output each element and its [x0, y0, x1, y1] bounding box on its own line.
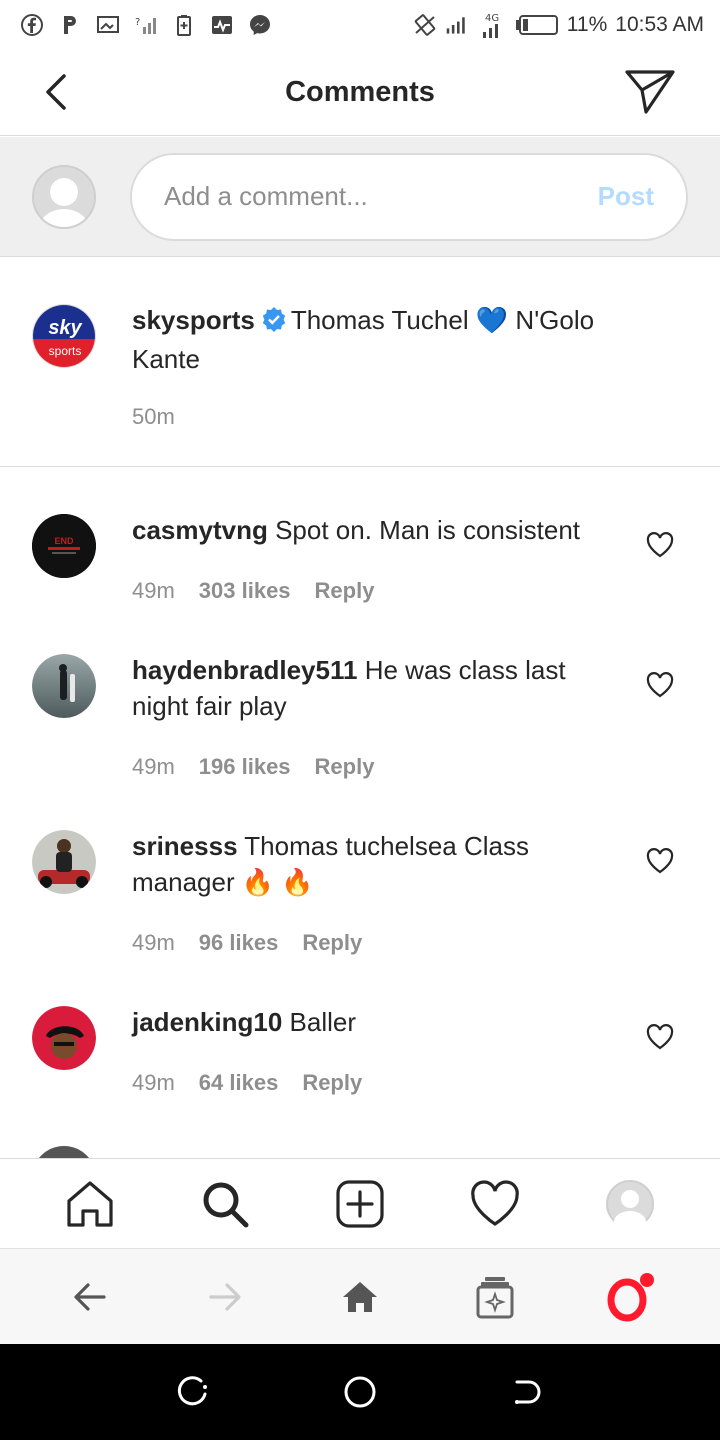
comment-username[interactable]: haydenbradley511 [132, 655, 357, 685]
send-direct-icon[interactable] [624, 68, 676, 116]
cast-icon [96, 13, 120, 37]
comment-meta: 49m 303 likes Reply [132, 578, 374, 604]
battery-saver-icon [172, 13, 196, 37]
comment-input-container: Post [130, 152, 688, 241]
comment-timestamp: 49m [132, 930, 175, 955]
caption-username[interactable]: skysports [132, 305, 255, 335]
p-app-icon [58, 13, 82, 37]
comment-timestamp: 49m [132, 578, 175, 603]
comment-likes[interactable]: 196 likes [199, 754, 291, 780]
svg-text:END: END [54, 536, 74, 546]
reply-button[interactable]: Reply [315, 754, 375, 780]
browser-home-icon[interactable] [332, 1269, 388, 1325]
recents-icon[interactable] [169, 1368, 217, 1416]
network-4g-icon: 4G [477, 13, 507, 38]
jadenking10-avatar[interactable] [32, 1006, 96, 1070]
like-heart-icon[interactable] [646, 1024, 674, 1050]
reply-button[interactable]: Reply [302, 1070, 362, 1096]
svg-text:4G: 4G [485, 13, 499, 24]
signal-icon [445, 13, 469, 37]
like-heart-icon[interactable] [646, 672, 674, 698]
activity-heart-icon[interactable] [467, 1176, 523, 1232]
opera-menu-icon[interactable] [602, 1269, 658, 1325]
reply-button[interactable]: Reply [302, 930, 362, 956]
reply-button[interactable]: Reply [315, 578, 375, 604]
blue-heart-emoji: 💙 [475, 305, 509, 335]
no-signal-icon: ? [134, 13, 158, 37]
comment-likes[interactable]: 303 likes [199, 578, 291, 604]
browser-tabs-icon[interactable] [467, 1269, 523, 1325]
casmytvng-avatar[interactable]: END [32, 514, 96, 578]
battery-percent: 11% [566, 13, 608, 36]
comment-username[interactable]: srinesss [132, 831, 238, 861]
like-heart-icon[interactable] [646, 848, 674, 874]
android-navigation-bar [0, 1344, 720, 1440]
browser-back-icon[interactable] [62, 1269, 118, 1325]
caption-text-part1: Thomas Tuchel [290, 305, 476, 335]
back-arrow-icon[interactable] [38, 72, 78, 112]
comment-composer: Post [0, 137, 720, 257]
like-heart-icon[interactable] [646, 532, 674, 558]
new-post-icon[interactable] [332, 1176, 388, 1232]
comments-header: Comments [0, 50, 720, 136]
skysports-avatar[interactable]: sky sports [32, 304, 96, 368]
clock: 10:53 AM [615, 13, 704, 36]
vibrate-icon [413, 13, 437, 37]
page-title: Comments [285, 76, 435, 108]
comments-list: END casmytvng Spot on. Man is consistent… [0, 468, 720, 1158]
caption-timestamp: 50m [132, 404, 175, 429]
comment-input[interactable] [164, 181, 598, 212]
verified-badge-icon [261, 305, 287, 341]
comment-body: Spot on. Man is consistent [275, 515, 581, 545]
status-bar: ? 4G 11% 10:53 AM [0, 0, 720, 50]
browser-forward-icon[interactable] [197, 1269, 253, 1325]
post-caption: sky sports skysports Thomas Tuchel 💙 N'Go… [0, 258, 720, 467]
home-circle-icon[interactable] [336, 1368, 384, 1416]
back-icon[interactable] [503, 1368, 551, 1416]
svg-text:sports: sports [49, 344, 82, 358]
comment-timestamp: 49m [132, 1070, 175, 1095]
comment-meta: 49m 64 likes Reply [132, 1070, 362, 1096]
browser-toolbar [0, 1248, 720, 1344]
search-icon[interactable] [197, 1176, 253, 1232]
facebook-icon [20, 13, 44, 37]
svg-text:?: ? [135, 17, 140, 28]
comment-likes[interactable]: 96 likes [199, 930, 279, 956]
svg-text:sky: sky [48, 317, 82, 339]
comment-username[interactable]: jadenking10 [132, 1007, 282, 1037]
next-comment-avatar[interactable] [32, 1146, 96, 1158]
comment-text: srinesss Thomas tuchelsea Class manager … [132, 828, 622, 900]
comment-text: haydenbradley511 He was class last night… [132, 652, 622, 724]
messenger-icon [248, 13, 272, 37]
profile-avatar-icon[interactable] [602, 1176, 658, 1232]
comment-text: casmytvng Spot on. Man is consistent [132, 512, 622, 548]
comment-body: Baller [289, 1007, 356, 1037]
activity-icon [210, 13, 234, 37]
comment-likes[interactable]: 64 likes [199, 1070, 279, 1096]
current-user-avatar [32, 164, 96, 229]
srinesss-avatar[interactable] [32, 830, 96, 894]
post-button[interactable]: Post [598, 181, 654, 212]
comment-meta: 49m 96 likes Reply [132, 930, 362, 956]
comment-timestamp: 49m [132, 754, 175, 779]
instagram-bottom-nav [0, 1158, 720, 1248]
comment-username[interactable]: casmytvng [132, 515, 268, 545]
haydenbradley511-avatar[interactable] [32, 654, 96, 718]
caption-text: skysports Thomas Tuchel 💙 N'Golo Kante [132, 302, 652, 377]
home-icon[interactable] [62, 1176, 118, 1232]
comment-meta: 49m 196 likes Reply [132, 754, 374, 780]
comment-text: jadenking10 Baller [132, 1004, 622, 1040]
battery-icon [515, 13, 559, 37]
